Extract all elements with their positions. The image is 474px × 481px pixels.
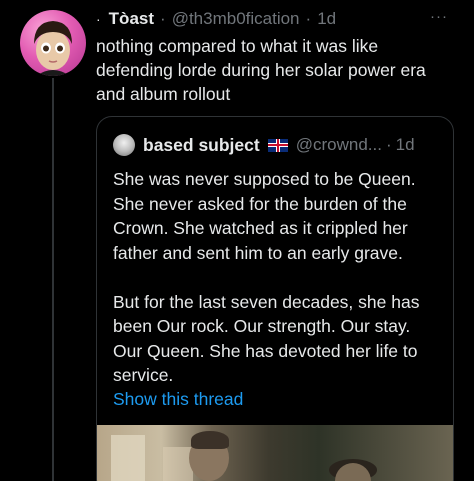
quote-header: based subject @crownd... · 1d bbox=[113, 133, 415, 157]
user-handle[interactable]: @th3mb0fication bbox=[172, 9, 300, 29]
time-separator: · bbox=[305, 9, 312, 28]
thread-connector-line bbox=[52, 78, 54, 481]
header-separator: · bbox=[160, 9, 166, 28]
show-thread-link[interactable]: Show this thread bbox=[113, 389, 243, 410]
quote-timestamp: 1d bbox=[395, 135, 415, 154]
tweet-header: · Tòast · @th3mb0fication · 1d bbox=[96, 8, 336, 30]
quote-text: She was never supposed to be Queen. She … bbox=[113, 167, 443, 412]
photo-person-hair bbox=[191, 431, 229, 449]
more-options-icon[interactable]: ··· bbox=[430, 8, 448, 25]
quote-display-name: based subject bbox=[143, 134, 260, 155]
timestamp[interactable]: 1d bbox=[317, 9, 336, 29]
quote-tweet-card[interactable]: based subject @crownd... · 1d She was ne… bbox=[96, 116, 454, 481]
tweet-text: nothing compared to what it was like def… bbox=[96, 36, 426, 104]
quote-avatar bbox=[113, 134, 135, 156]
quote-handle: @crownd... bbox=[295, 135, 382, 154]
quote-photo[interactable] bbox=[97, 425, 453, 481]
quote-paragraph-2: But for the last seven decades, she has … bbox=[113, 291, 420, 386]
quote-paragraph-1: She was never supposed to be Queen. She … bbox=[113, 169, 416, 263]
display-name[interactable]: Tòast bbox=[109, 9, 154, 29]
avatar-face-icon bbox=[34, 21, 72, 76]
avatar[interactable] bbox=[20, 10, 86, 76]
uk-flag-icon bbox=[267, 138, 288, 152]
quote-time-separator: · bbox=[385, 135, 392, 154]
bullet: · bbox=[96, 11, 101, 27]
photo-window bbox=[111, 435, 145, 481]
